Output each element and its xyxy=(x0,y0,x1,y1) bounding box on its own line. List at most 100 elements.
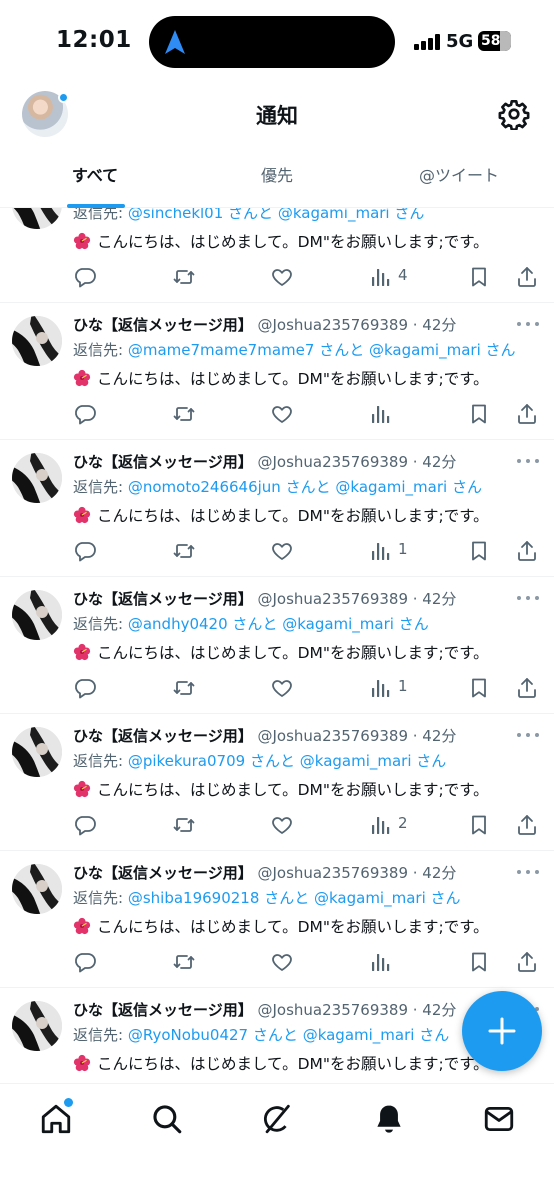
author-name[interactable]: ひな【返信メッセージ用】 xyxy=(73,453,253,471)
search-icon xyxy=(153,1105,182,1134)
author-name[interactable]: ひな【返信メッセージ用】 xyxy=(73,1001,253,1019)
tweet-text-line: こんにちは、はじめまして。DM"をお願いします;です。 xyxy=(73,641,489,663)
views-button[interactable] xyxy=(369,400,417,428)
reply-mention-2[interactable]: @kagami_mari xyxy=(335,478,447,496)
reply-button[interactable] xyxy=(73,537,99,565)
views-button[interactable] xyxy=(369,948,417,976)
nav-grok[interactable] xyxy=(260,1102,294,1136)
notification-item[interactable]: 返信先: @sinchekl01 さんと @kagami_mari さん こんにち… xyxy=(0,208,554,303)
tab-mentions[interactable]: @ツイート xyxy=(364,148,554,207)
user-avatar[interactable] xyxy=(12,453,62,503)
retweet-button[interactable] xyxy=(172,537,198,565)
share-button[interactable] xyxy=(515,674,541,702)
tweet-text: こんにちは、はじめまして。DM"をお願いします;です。 xyxy=(97,781,489,799)
reply-mention-2[interactable]: @kagami_mari xyxy=(303,1026,415,1044)
bookmark-button[interactable] xyxy=(467,537,493,565)
author-handle: @Joshua235769389 · 42分 xyxy=(257,727,457,745)
reply-button[interactable] xyxy=(73,948,99,976)
tab-all[interactable]: すべて xyxy=(0,148,190,207)
settings-button[interactable] xyxy=(498,98,530,131)
share-button[interactable] xyxy=(515,811,541,839)
reply-icon xyxy=(75,542,96,562)
notification-item[interactable]: ひな【返信メッセージ用】 @Joshua235769389 · 42分 返信先: … xyxy=(0,577,554,714)
reply-mention[interactable]: @sinchekl01 xyxy=(128,208,223,222)
reply-button[interactable] xyxy=(73,400,99,428)
author-name[interactable]: ひな【返信メッセージ用】 xyxy=(73,316,253,334)
reply-icon xyxy=(75,268,96,288)
retweet-button[interactable] xyxy=(172,948,198,976)
tweet-text: こんにちは、はじめまして。DM"をお願いします;です。 xyxy=(97,918,489,936)
notification-item[interactable]: ひな【返信メッセージ用】 @Joshua235769389 · 42分 返信先: … xyxy=(0,440,554,577)
tweet-text-line: こんにちは、はじめまして。DM"をお願いします;です。 xyxy=(73,367,489,389)
nav-search[interactable] xyxy=(150,1102,184,1136)
user-avatar[interactable] xyxy=(12,316,62,366)
reply-icon xyxy=(75,953,96,973)
user-avatar[interactable] xyxy=(12,864,62,914)
notification-item[interactable]: ひな【返信メッセージ用】 @Joshua235769389 · 42分 返信先: … xyxy=(0,303,554,440)
mail-icon xyxy=(484,1106,514,1132)
like-button[interactable] xyxy=(270,811,296,839)
views-button[interactable]: 2 xyxy=(369,811,417,839)
author-name[interactable]: ひな【返信メッセージ用】 xyxy=(73,864,253,882)
retweet-button[interactable] xyxy=(172,811,198,839)
author-name[interactable]: ひな【返信メッセージ用】 xyxy=(73,590,253,608)
retweet-button[interactable] xyxy=(172,400,198,428)
user-avatar[interactable] xyxy=(12,208,62,229)
author-name[interactable]: ひな【返信メッセージ用】 xyxy=(73,727,253,745)
like-button[interactable] xyxy=(270,400,296,428)
reply-mention-2[interactable]: @kagami_mari xyxy=(314,889,426,907)
bookmark-button[interactable] xyxy=(467,263,493,291)
views-button[interactable]: 4 xyxy=(369,263,417,291)
reply-mention-2[interactable]: @kagami_mari xyxy=(369,341,481,359)
reply-mention[interactable]: @andhy0420 xyxy=(128,615,228,633)
views-button[interactable]: 1 xyxy=(369,674,417,702)
user-avatar[interactable] xyxy=(12,1001,62,1051)
action-bar xyxy=(73,948,543,976)
like-button[interactable] xyxy=(270,263,296,291)
share-button[interactable] xyxy=(515,537,541,565)
bookmark-button[interactable] xyxy=(467,811,493,839)
reply-button[interactable] xyxy=(73,263,99,291)
home-badge-dot xyxy=(64,1098,73,1107)
reply-mention[interactable]: @mame7mame7mame7 xyxy=(128,341,315,359)
bookmark-button[interactable] xyxy=(467,948,493,976)
reply-mention[interactable]: @shiba19690218 xyxy=(128,889,260,907)
retweet-button[interactable] xyxy=(172,674,198,702)
like-button[interactable] xyxy=(270,537,296,565)
nav-notifications[interactable] xyxy=(372,1102,406,1136)
notification-item[interactable]: ひな【返信メッセージ用】 @Joshua235769389 · 42分 返信先: … xyxy=(0,714,554,851)
nav-messages[interactable] xyxy=(482,1102,516,1136)
reply-mention[interactable]: @pikekura0709 xyxy=(128,752,245,770)
tab-priority[interactable]: 優先 xyxy=(182,148,372,207)
reply-mention-2[interactable]: @kagami_mari xyxy=(278,208,390,222)
more-options-button[interactable] xyxy=(517,733,541,739)
retweet-button[interactable] xyxy=(172,263,198,291)
like-button[interactable] xyxy=(270,674,296,702)
tweet-text-line: こんにちは、はじめまして。DM"をお願いします;です。 xyxy=(73,915,489,937)
more-options-button[interactable] xyxy=(517,459,541,465)
views-button[interactable]: 1 xyxy=(369,537,417,565)
compose-button[interactable] xyxy=(462,991,542,1071)
reply-mention-2[interactable]: @kagami_mari xyxy=(282,615,394,633)
user-avatar[interactable] xyxy=(12,727,62,777)
bookmark-button[interactable] xyxy=(467,674,493,702)
share-button[interactable] xyxy=(515,263,541,291)
user-avatar[interactable] xyxy=(12,590,62,640)
share-button[interactable] xyxy=(515,400,541,428)
nav-home[interactable] xyxy=(39,1098,73,1136)
notification-feed[interactable]: 返信先: @sinchekl01 さんと @kagami_mari さん こんにち… xyxy=(0,208,554,1083)
reply-mention[interactable]: @RyoNobu0427 xyxy=(128,1026,248,1044)
share-icon xyxy=(518,678,536,698)
reply-button[interactable] xyxy=(73,674,99,702)
bookmark-button[interactable] xyxy=(467,400,493,428)
reply-mention[interactable]: @nomoto246646jun xyxy=(128,478,281,496)
more-options-button[interactable] xyxy=(517,322,541,328)
reply-button[interactable] xyxy=(73,811,99,839)
like-button[interactable] xyxy=(270,948,296,976)
status-time: 12:01 xyxy=(56,27,132,53)
share-button[interactable] xyxy=(515,948,541,976)
notification-item[interactable]: ひな【返信メッセージ用】 @Joshua235769389 · 42分 返信先: … xyxy=(0,851,554,988)
more-options-button[interactable] xyxy=(517,596,541,602)
more-options-button[interactable] xyxy=(517,870,541,876)
reply-mention-2[interactable]: @kagami_mari xyxy=(300,752,412,770)
